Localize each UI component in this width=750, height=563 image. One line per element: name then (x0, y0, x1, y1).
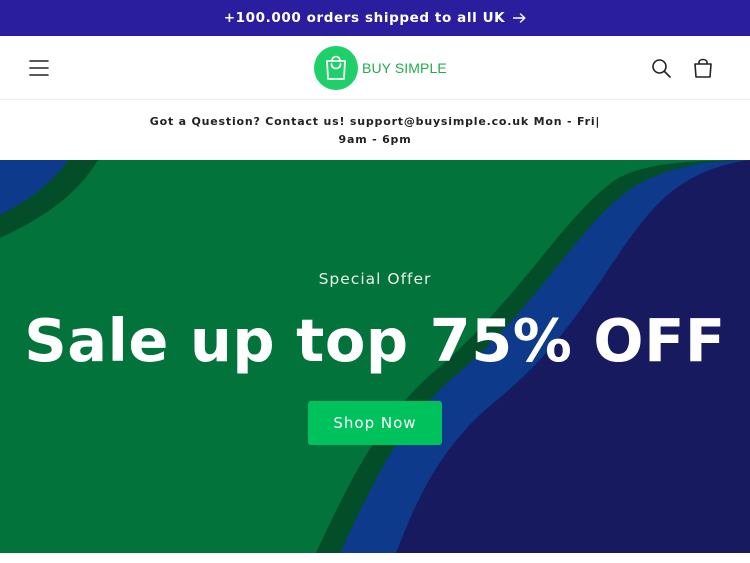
contact-info-bar: Got a Question? Contact us! support@buys… (0, 101, 750, 160)
hero-headline: Sale up top 75% OFF (24, 306, 726, 375)
arrow-right-icon (513, 13, 526, 23)
cart-icon[interactable] (690, 56, 716, 80)
hero-banner: Special Offer Sale up top 75% OFF Shop N… (0, 160, 750, 553)
hero-content: Special Offer Sale up top 75% OFF Shop N… (0, 160, 750, 553)
search-icon[interactable] (649, 56, 673, 80)
announcement-bar[interactable]: +100.000 orders shipped to all UK (0, 0, 750, 36)
announcement-text: +100.000 orders shipped to all UK (223, 10, 506, 26)
site-header: BUY SIMPLE (0, 36, 750, 100)
hero-eyebrow: Special Offer (318, 270, 432, 288)
shop-now-button[interactable]: Shop Now (308, 401, 442, 445)
shopping-bag-icon (313, 46, 359, 90)
contact-text: Got a Question? Contact us! support@buys… (149, 114, 601, 146)
hamburger-menu-icon[interactable] (26, 56, 52, 80)
brand-name: BUY SIMPLE (362, 60, 447, 76)
brand-logo[interactable]: BUY SIMPLE (313, 46, 447, 90)
